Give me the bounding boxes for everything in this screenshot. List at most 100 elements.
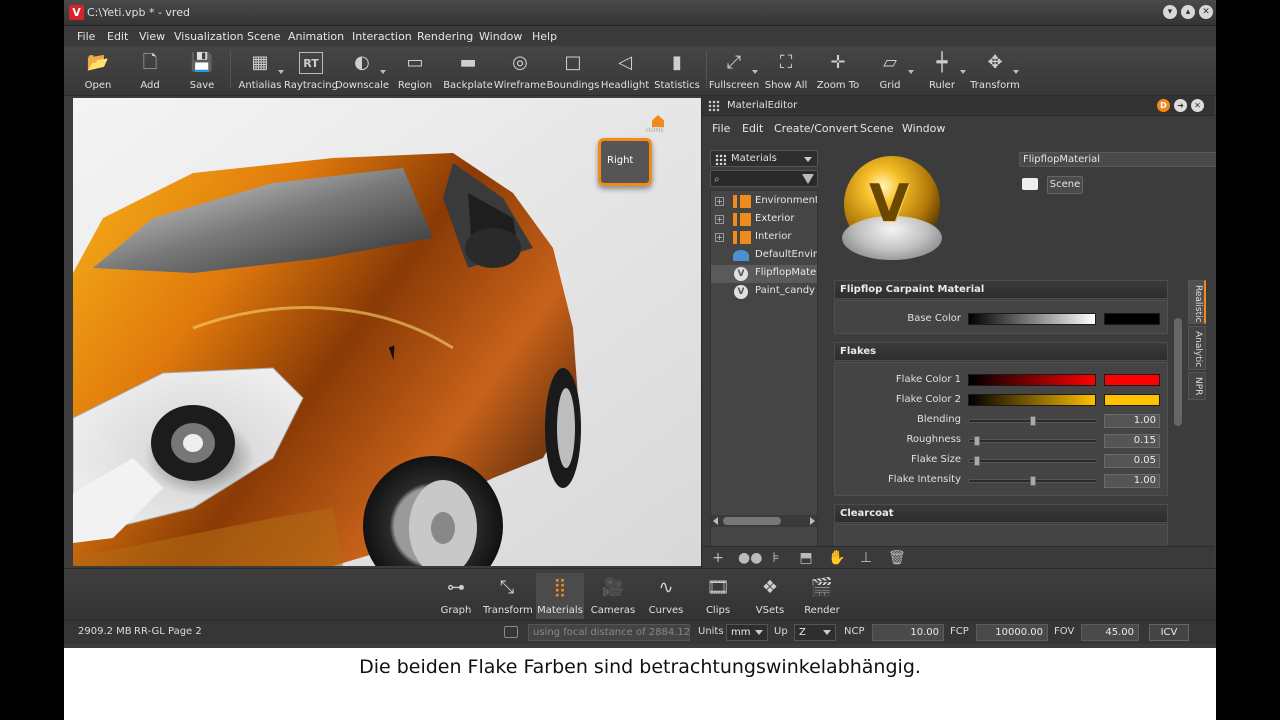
materials-button[interactable]: ⣿ Materials	[536, 573, 584, 619]
dock-icon[interactable]: D	[1157, 99, 1170, 112]
flake-intensity-slider[interactable]	[968, 476, 1098, 486]
materials-dropdown[interactable]: Materials	[710, 150, 818, 167]
region-button[interactable]: ▭ Region	[387, 48, 443, 94]
clips-button[interactable]: 🎞 Clips	[694, 573, 742, 619]
graph-button[interactable]: ⊶ Graph	[432, 573, 480, 619]
vsets-button[interactable]: ❖ VSets	[746, 573, 794, 619]
downscale-button[interactable]: ◐ Downscale	[334, 48, 390, 94]
show-all-button[interactable]: ⛶ Show All	[758, 48, 814, 94]
transform-button[interactable]: ✥ Transform	[967, 48, 1023, 94]
menu-animation[interactable]: Animation	[288, 30, 344, 43]
tree-horizontal-scrollbar[interactable]	[711, 515, 817, 527]
flake-color1-swatch[interactable]	[1104, 374, 1160, 386]
slider-handle[interactable]	[974, 456, 980, 466]
flake-intensity-value[interactable]: 1.00	[1104, 474, 1160, 488]
antialias-button[interactable]: ▦ Antialias	[232, 48, 288, 94]
me-menu-file[interactable]: File	[712, 122, 730, 135]
section-header-main[interactable]: Flipflop Carpaint Material	[834, 280, 1168, 299]
scroll-thumb[interactable]	[723, 517, 781, 525]
filter-icon[interactable]	[802, 174, 814, 184]
open-button[interactable]: 📂 Open	[70, 48, 126, 94]
link-icon[interactable]: ●●	[738, 550, 762, 566]
assign-icon[interactable]: ⬒	[798, 550, 814, 566]
flake-color1-gradient[interactable]	[968, 374, 1096, 386]
restore-icon[interactable]: ▴	[1181, 5, 1195, 19]
save-button[interactable]: 💾 Save	[174, 48, 230, 94]
blending-slider[interactable]	[968, 416, 1098, 426]
trash-icon[interactable]: 🗑	[888, 550, 906, 566]
fullscreen-button[interactable]: ⤢ Fullscreen	[706, 48, 762, 94]
up-axis-dropdown[interactable]: Z	[794, 624, 836, 641]
flake-size-value[interactable]: 0.05	[1104, 454, 1160, 468]
base-color-swatch[interactable]	[1104, 313, 1160, 325]
slider-handle[interactable]	[1030, 416, 1036, 426]
grip-icon[interactable]	[708, 100, 720, 112]
tree-item-paint-candy[interactable]: V Paint_candy	[711, 283, 817, 301]
menu-help[interactable]: Help	[532, 30, 557, 43]
material-name-field[interactable]: FlipflopMaterial	[1019, 152, 1216, 167]
zoom-to-button[interactable]: ✛ Zoom To	[810, 48, 866, 94]
me-menu-window[interactable]: Window	[902, 122, 945, 135]
slider-handle[interactable]	[974, 436, 980, 446]
me-menu-scene[interactable]: Scene	[860, 122, 894, 135]
scroll-thumb[interactable]	[1174, 318, 1182, 426]
backplate-button[interactable]: ▬ Backplate	[440, 48, 496, 94]
headlight-button[interactable]: ◁ Headlight	[597, 48, 653, 94]
tab-realistic[interactable]: Realistic	[1188, 280, 1206, 324]
tree-item-interior[interactable]: + Interior	[711, 229, 817, 247]
menu-interaction[interactable]: Interaction	[352, 30, 412, 43]
tab-npr[interactable]: NPR	[1188, 372, 1206, 400]
menu-window[interactable]: Window	[479, 30, 522, 43]
hierarchy-icon[interactable]: ⊧	[768, 550, 784, 566]
units-dropdown[interactable]: mm	[726, 624, 768, 641]
add-button[interactable]: 🗋 Add	[122, 48, 178, 94]
expand-icon[interactable]: +	[715, 215, 724, 224]
ruler-button[interactable]: ┿ Ruler	[914, 48, 970, 94]
statistics-button[interactable]: ▮ Statistics	[649, 48, 705, 94]
dropdown-arrow-icon[interactable]	[380, 70, 386, 74]
render-viewport[interactable]: HOME Right	[73, 98, 701, 566]
menu-visualization[interactable]: Visualization	[174, 30, 243, 43]
properties-vertical-scrollbar[interactable]	[1173, 280, 1183, 552]
raytracing-button[interactable]: RT Raytracing	[283, 48, 339, 94]
tree-item-exterior[interactable]: + Exterior	[711, 211, 817, 229]
icv-button[interactable]: ICV	[1149, 624, 1189, 641]
wireframe-button[interactable]: ◎ Wireframe	[492, 48, 548, 94]
close-icon[interactable]: ✕	[1199, 5, 1213, 19]
fcp-input[interactable]: 10000.00	[976, 624, 1048, 641]
fov-input[interactable]: 45.00	[1081, 624, 1139, 641]
menu-file[interactable]: File	[77, 30, 95, 43]
menu-scene[interactable]: Scene	[247, 30, 281, 43]
navigation-cube[interactable]: Right	[598, 138, 652, 186]
menu-rendering[interactable]: Rendering	[417, 30, 473, 43]
menu-view[interactable]: View	[139, 30, 165, 43]
scroll-right-icon[interactable]	[810, 517, 815, 525]
panel-close-icon[interactable]: ✕	[1191, 99, 1204, 112]
render-button[interactable]: 🎬 Render	[798, 573, 846, 619]
cameras-button[interactable]: 🎥 Cameras	[589, 573, 637, 619]
flake-color2-gradient[interactable]	[968, 394, 1096, 406]
material-search-input[interactable]: ⌕	[710, 170, 818, 187]
scroll-left-icon[interactable]	[713, 517, 718, 525]
expand-icon[interactable]: +	[715, 233, 724, 242]
add-material-icon[interactable]: +	[710, 550, 726, 566]
flake-color2-swatch[interactable]	[1104, 394, 1160, 406]
menu-edit[interactable]: Edit	[107, 30, 128, 43]
tree-item-defaultenvironment[interactable]: DefaultEnvironment	[711, 247, 817, 265]
me-menu-edit[interactable]: Edit	[742, 122, 763, 135]
flake-size-slider[interactable]	[968, 456, 1098, 466]
dropdown-arrow-icon[interactable]	[960, 70, 966, 74]
expand-icon[interactable]: +	[715, 197, 724, 206]
tree-item-environment[interactable]: + Environment	[711, 193, 817, 211]
slider-handle[interactable]	[1030, 476, 1036, 486]
section-header-clearcoat[interactable]: Clearcoat	[834, 504, 1168, 523]
float-icon[interactable]: ➜	[1174, 99, 1187, 112]
roughness-value[interactable]: 0.15	[1104, 434, 1160, 448]
section-header-flakes[interactable]: Flakes	[834, 342, 1168, 361]
scene-tag-icon[interactable]	[1022, 178, 1038, 190]
minimize-icon[interactable]: ▾	[1163, 5, 1177, 19]
apply-icon[interactable]: ⊥	[858, 550, 874, 566]
scene-button[interactable]: Scene	[1047, 176, 1083, 194]
base-color-gradient[interactable]	[968, 313, 1096, 325]
pick-material-icon[interactable]: ✋	[828, 550, 845, 566]
